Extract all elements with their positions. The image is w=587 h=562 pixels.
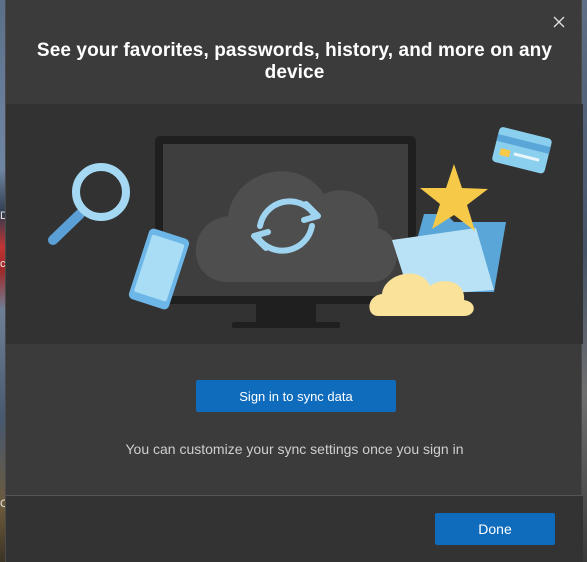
magnifier-icon <box>48 163 130 245</box>
sync-settings-note: You can customize your sync settings onc… <box>125 441 464 457</box>
close-icon <box>553 16 565 28</box>
done-button[interactable]: Done <box>435 513 555 545</box>
sync-illustration <box>6 104 583 344</box>
sign-in-button[interactable]: Sign in to sync data <box>196 380 396 412</box>
dialog-footer: Done <box>6 496 583 562</box>
close-button[interactable] <box>547 10 571 34</box>
sync-dialog: See your favorites, passwords, history, … <box>5 0 583 562</box>
dialog-title: See your favorites, passwords, history, … <box>36 40 553 83</box>
credit-card-icon <box>492 127 552 174</box>
